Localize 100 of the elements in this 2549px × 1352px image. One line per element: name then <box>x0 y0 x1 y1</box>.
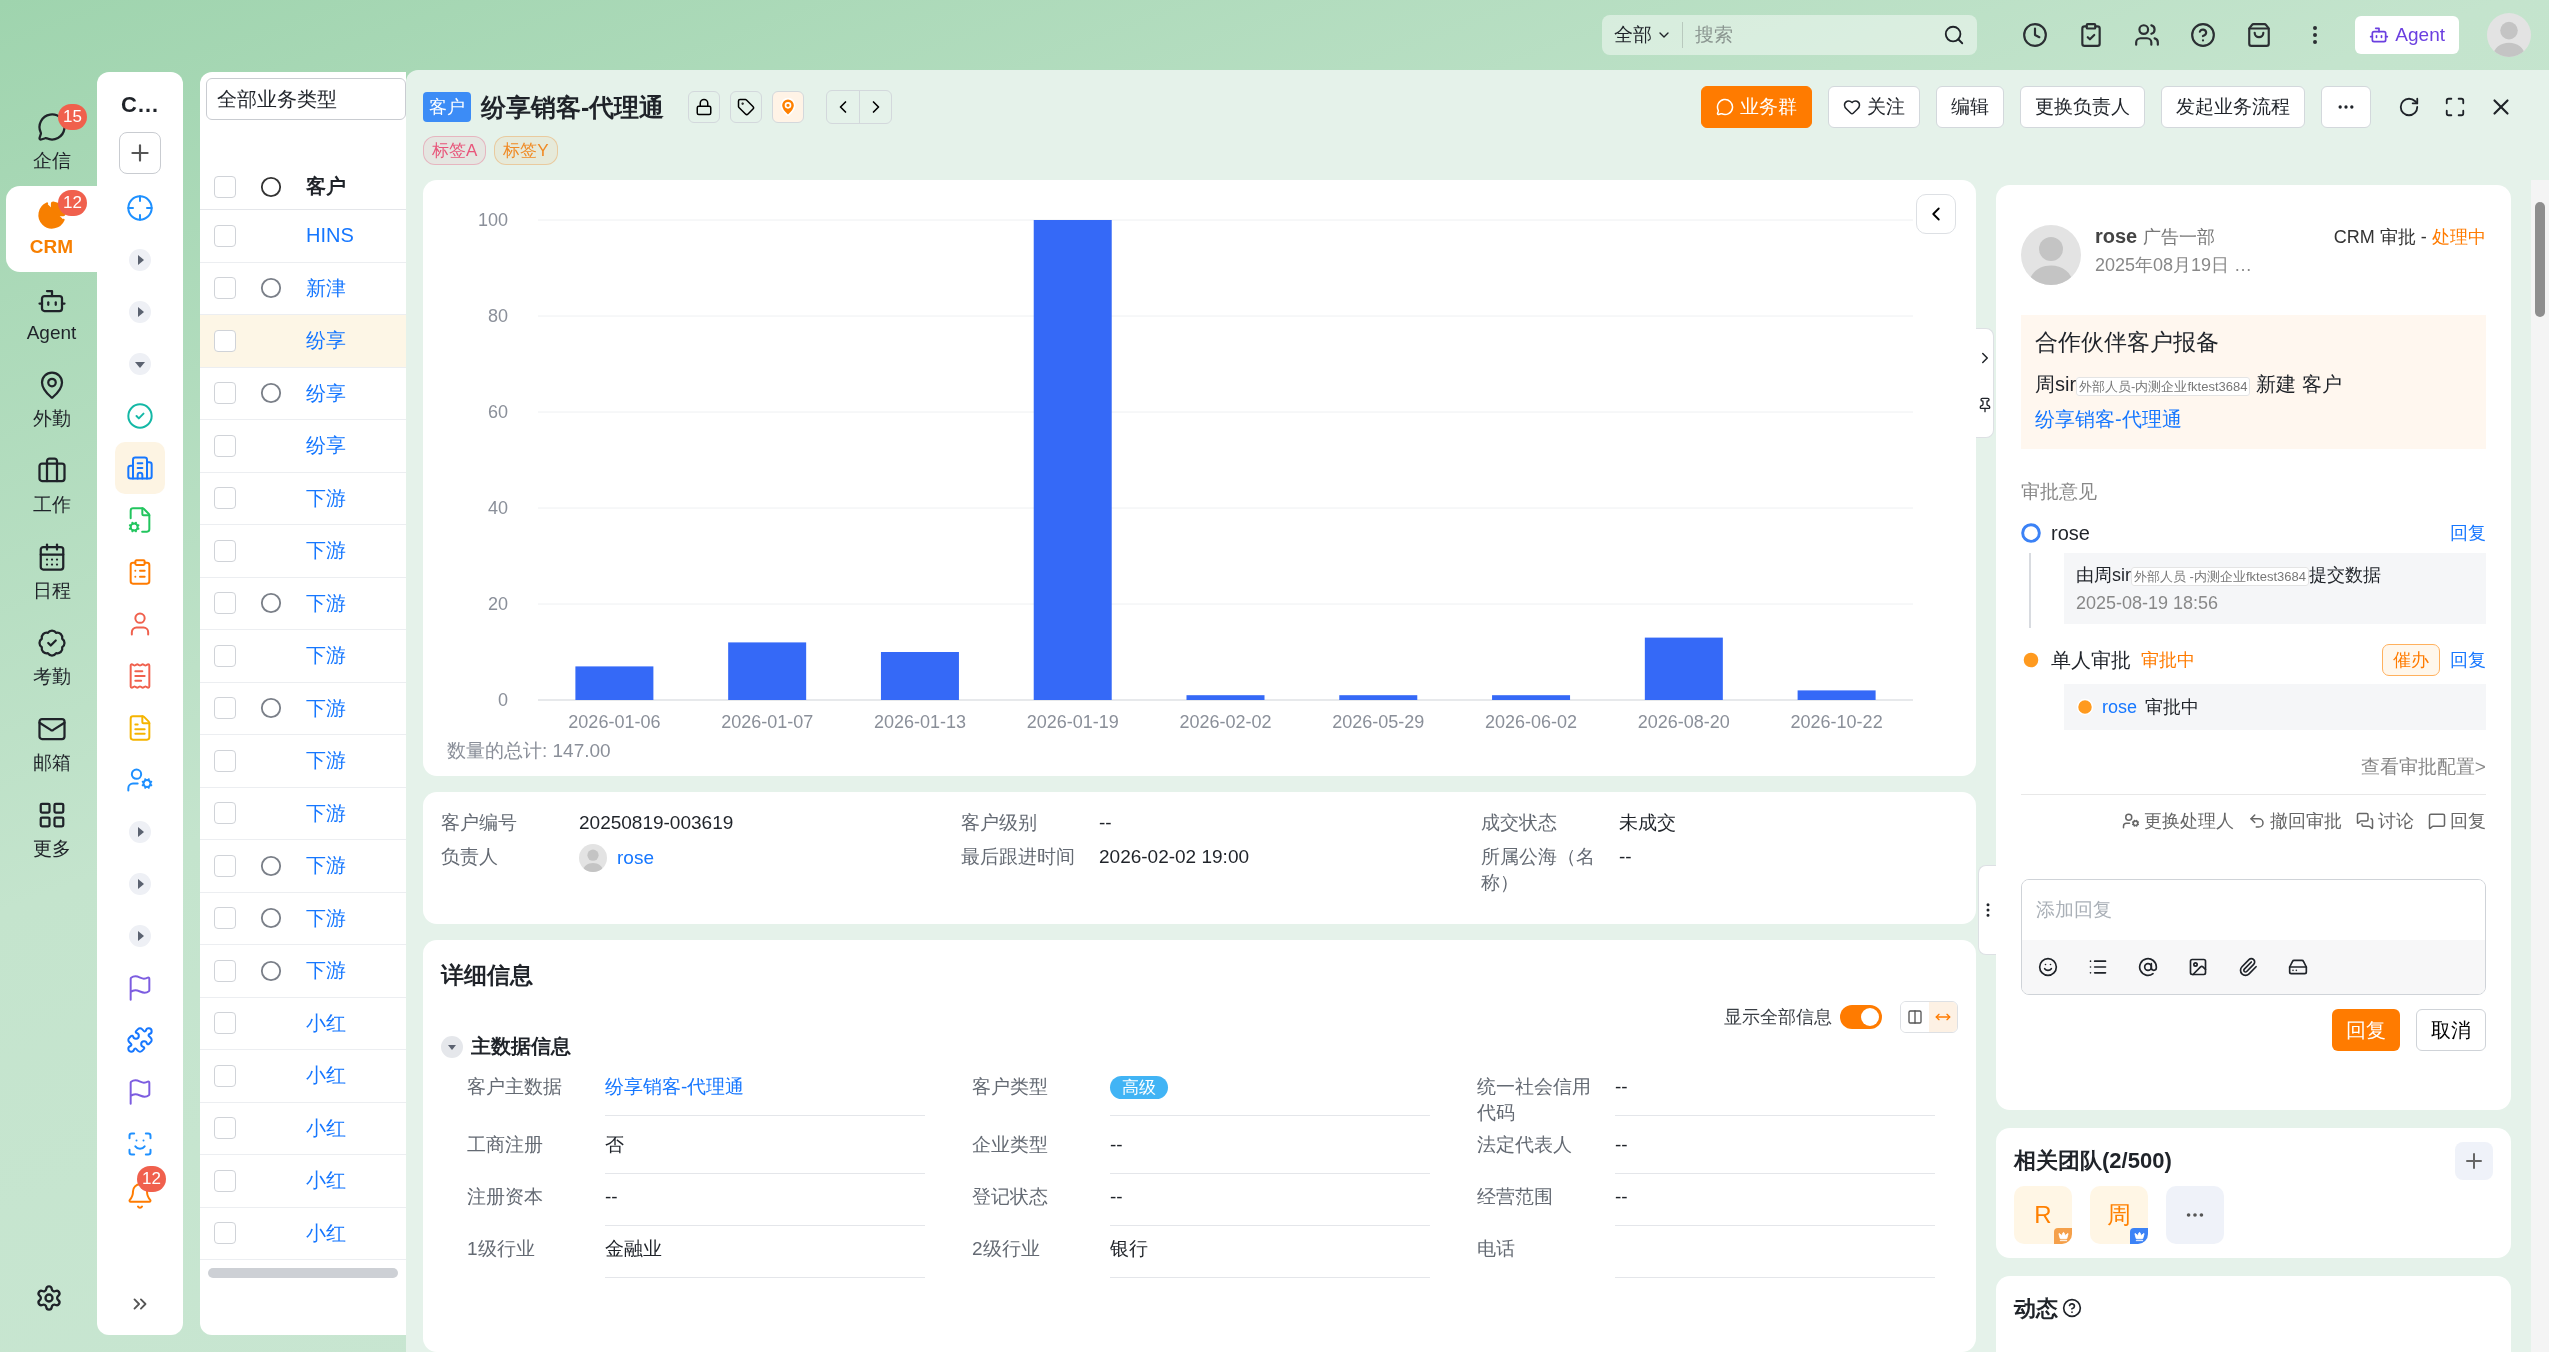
urge-button[interactable]: 催办 <box>2381 644 2440 676</box>
list-row[interactable]: 下游 <box>200 630 406 683</box>
approval-action[interactable]: 撤回审批 <box>2269 809 2342 833</box>
refresh-icon[interactable] <box>2398 96 2420 118</box>
list-row[interactable]: 下游 <box>200 577 406 630</box>
list-row[interactable]: 小红 <box>200 997 406 1050</box>
list-row[interactable]: 纷享 <box>200 367 406 420</box>
reply-link[interactable]: 回复 <box>2449 648 2486 672</box>
comment-icon[interactable] <box>2427 812 2446 830</box>
columns-icon[interactable] <box>1907 1009 1923 1025</box>
scope-dropdown[interactable]: 全部 <box>1614 22 1684 48</box>
assignee-link[interactable]: rose <box>2102 694 2137 720</box>
caret-icon[interactable] <box>129 249 151 271</box>
user-gear-icon[interactable] <box>126 766 154 794</box>
help-icon[interactable] <box>2062 1298 2082 1318</box>
list-row[interactable]: 下游 <box>200 787 406 840</box>
checkbox[interactable] <box>214 1117 236 1140</box>
checkbox[interactable] <box>214 224 236 247</box>
puzzle-icon[interactable] <box>126 1026 154 1054</box>
settings-icon[interactable] <box>34 1284 63 1312</box>
menu-item[interactable] <box>115 442 165 494</box>
scan-icon[interactable] <box>126 1130 154 1158</box>
check-badge-icon[interactable] <box>36 628 67 658</box>
list-row[interactable]: 下游 <box>200 472 406 525</box>
checkbox[interactable] <box>214 175 236 198</box>
customer-name[interactable]: 纷享 <box>306 327 346 355</box>
customer-name[interactable]: 小红 <box>306 1167 346 1195</box>
customer-name[interactable]: 下游 <box>306 589 346 617</box>
caret-icon[interactable] <box>129 301 151 323</box>
checkbox[interactable] <box>214 1064 236 1087</box>
drive-icon[interactable] <box>2288 957 2308 977</box>
nav-item[interactable]: 考勤 <box>6 616 97 702</box>
member-avatar[interactable]: R <box>2014 1186 2072 1244</box>
customer-name[interactable]: 下游 <box>306 537 346 565</box>
customer-name[interactable]: 下游 <box>306 957 346 985</box>
action-button[interactable]: 更换负责人 <box>2020 86 2145 128</box>
collapse-button[interactable] <box>441 1035 463 1058</box>
checkbox[interactable] <box>214 749 236 772</box>
list-row[interactable]: 下游 <box>200 892 406 945</box>
customer-name[interactable]: 下游 <box>306 694 346 722</box>
column-header[interactable]: 客户 <box>306 173 346 200</box>
caret-icon[interactable] <box>129 821 151 843</box>
building-icon[interactable] <box>126 454 154 482</box>
checkbox[interactable] <box>214 907 236 930</box>
list-row[interactable]: 下游 <box>200 840 406 893</box>
heart-icon[interactable] <box>1843 98 1861 116</box>
checkbox[interactable] <box>214 854 236 877</box>
caret-icon[interactable] <box>129 925 151 947</box>
caret-icon[interactable] <box>129 353 151 375</box>
customer-name[interactable]: 下游 <box>306 799 346 827</box>
customer-name[interactable]: 下游 <box>306 484 346 512</box>
checkbox[interactable] <box>214 487 236 510</box>
list-row[interactable]: 下游 <box>200 682 406 735</box>
caret-icon[interactable] <box>129 873 151 895</box>
scrollbar[interactable] <box>2530 180 2549 1352</box>
fullscreen-icon[interactable] <box>2444 96 2466 118</box>
lock-icon[interactable] <box>695 98 714 116</box>
robot-icon[interactable] <box>2369 25 2390 45</box>
tag-button[interactable] <box>730 91 763 123</box>
bag-icon[interactable] <box>2246 22 2273 48</box>
customer-name[interactable]: 小红 <box>306 1114 346 1142</box>
lock-button[interactable] <box>688 91 721 123</box>
list-row[interactable]: 小红 <box>200 1102 406 1155</box>
search-icon[interactable] <box>1943 24 1966 46</box>
action-button[interactable]: 发起业务流程 <box>2161 86 2305 128</box>
nav-item[interactable]: 外勤 <box>6 358 97 444</box>
customer-name[interactable]: 小红 <box>306 1219 346 1247</box>
location-button[interactable] <box>772 91 805 123</box>
nav-item[interactable]: 工作 <box>6 444 97 530</box>
checkbox[interactable] <box>214 539 236 562</box>
crosshair-icon[interactable] <box>126 194 154 222</box>
customer-link[interactable]: 纷享销客-代理通 <box>2035 408 2182 430</box>
customer-name[interactable]: 纷享 <box>306 432 346 460</box>
user-gear-icon[interactable] <box>2121 812 2140 830</box>
image-icon[interactable] <box>2188 957 2208 977</box>
list-row[interactable]: 下游 <box>200 735 406 788</box>
checkbox[interactable] <box>214 329 236 352</box>
users-icon[interactable] <box>2134 22 2161 48</box>
list-row[interactable]: 纷享 <box>200 420 406 473</box>
list-row[interactable]: 小红 <box>200 1050 406 1103</box>
chat-bubbles-icon[interactable] <box>2355 812 2374 830</box>
emoji-icon[interactable] <box>2038 957 2058 977</box>
list-row[interactable]: HINS <box>200 210 406 263</box>
action-button[interactable]: 编辑 <box>1936 86 2004 128</box>
customer-name[interactable]: 下游 <box>306 904 346 932</box>
add-button[interactable] <box>119 132 161 174</box>
approval-action[interactable]: 回复 <box>2449 809 2486 833</box>
action-button[interactable]: 业务群 <box>1701 86 1812 128</box>
checkbox[interactable] <box>214 1169 236 1192</box>
type-dropdown[interactable]: 全部业务类型 <box>206 78 406 120</box>
customer-name[interactable]: 下游 <box>306 747 346 775</box>
agent-button[interactable]: Agent <box>2355 16 2459 54</box>
clock-icon[interactable] <box>2022 22 2049 48</box>
approval-action[interactable]: 讨论 <box>2377 809 2414 833</box>
customer-name[interactable]: 小红 <box>306 1062 346 1090</box>
checkbox[interactable] <box>214 434 236 457</box>
checkbox[interactable] <box>214 1222 236 1245</box>
undo-icon[interactable] <box>2247 812 2266 830</box>
customer-name[interactable]: HINS <box>306 224 354 248</box>
checkbox[interactable] <box>214 959 236 982</box>
